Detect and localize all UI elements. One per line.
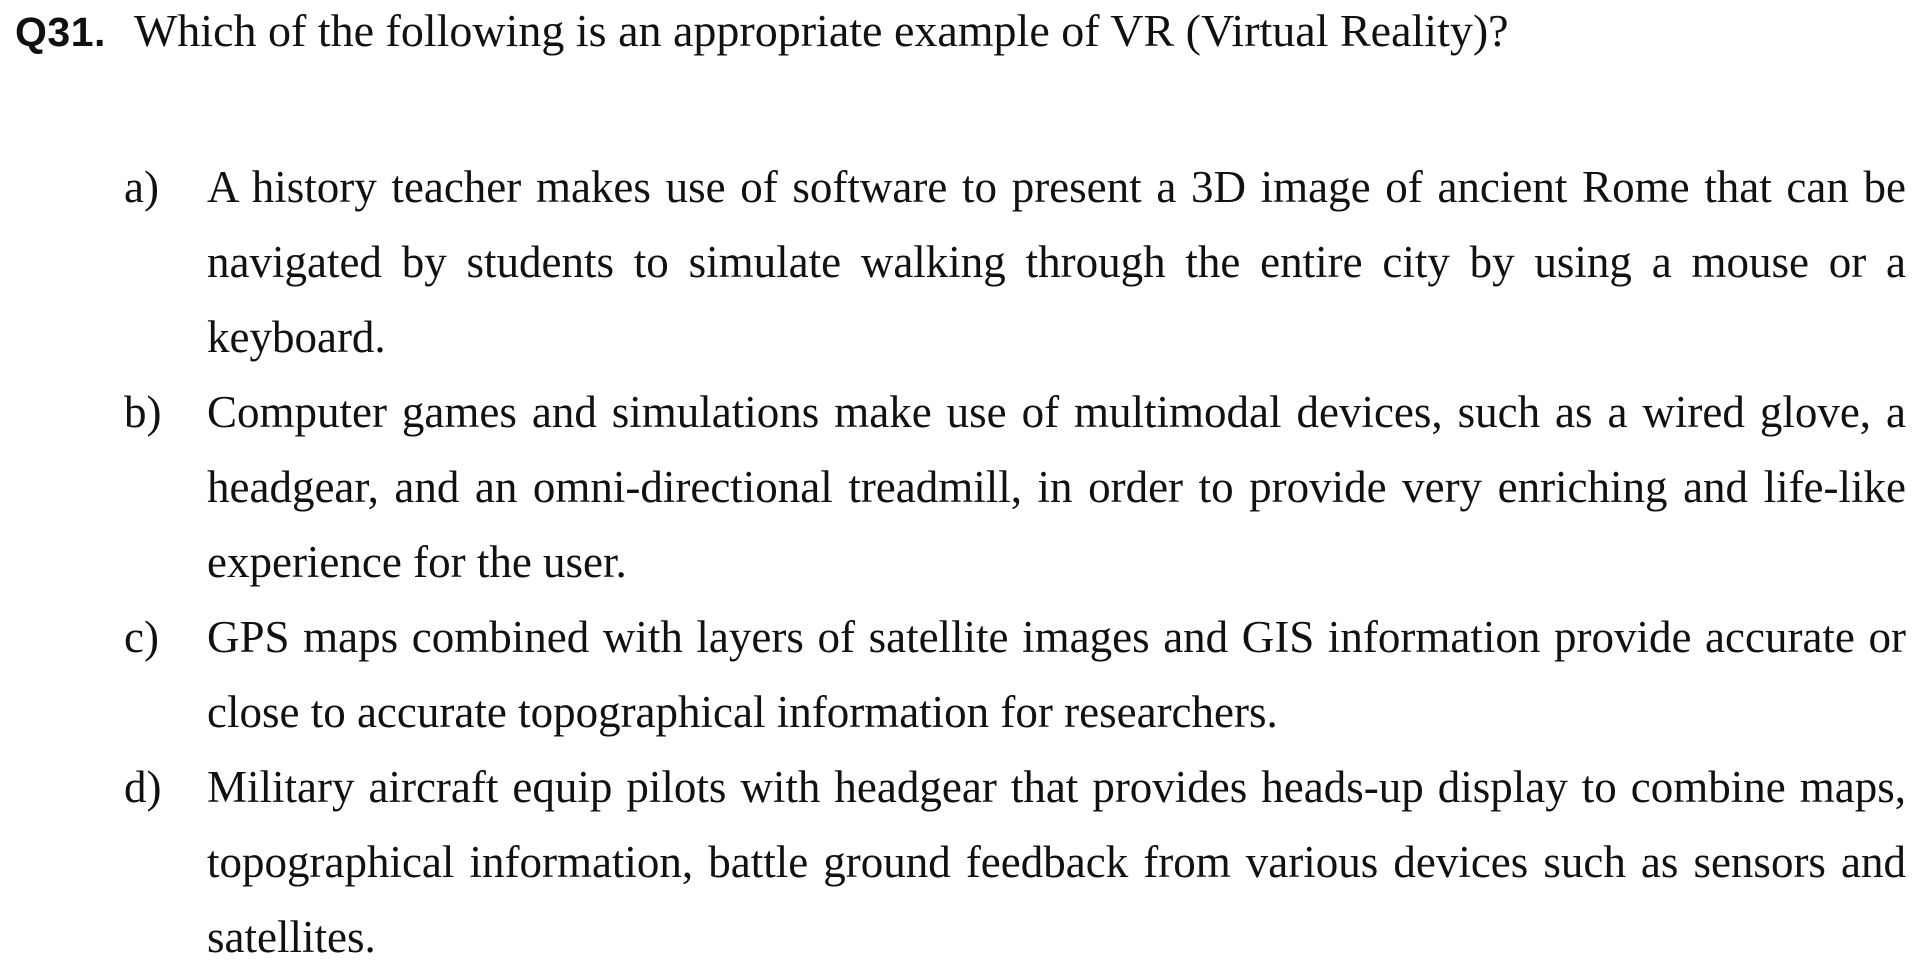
option-d[interactable]: d) Military aircraft equip pilots with h… bbox=[124, 750, 1906, 975]
option-a-text: A history teacher makes use of software … bbox=[207, 162, 1906, 362]
option-c[interactable]: c) GPS maps combined with layers of sate… bbox=[124, 600, 1906, 750]
option-b[interactable]: b) Computer games and simulations make u… bbox=[124, 375, 1906, 600]
question-header: Q31. Which of the following is an approp… bbox=[15, 4, 1905, 74]
option-c-letter: c) bbox=[124, 612, 159, 662]
answer-options: a) A history teacher makes use of softwa… bbox=[124, 150, 1906, 975]
question-number: Q31. bbox=[15, 9, 106, 55]
question-page: Q31. Which of the following is an approp… bbox=[0, 0, 1920, 970]
option-c-text: GPS maps combined with layers of satelli… bbox=[207, 612, 1906, 737]
option-d-text: Military aircraft equip pilots with head… bbox=[207, 762, 1906, 962]
option-b-text: Computer games and simulations make use … bbox=[207, 387, 1906, 587]
option-a[interactable]: a) A history teacher makes use of softwa… bbox=[124, 150, 1906, 375]
option-b-letter: b) bbox=[124, 387, 162, 437]
option-a-letter: a) bbox=[124, 162, 159, 212]
question-text: Which of the following is an appropriate… bbox=[133, 5, 1509, 56]
option-d-letter: d) bbox=[124, 762, 162, 812]
